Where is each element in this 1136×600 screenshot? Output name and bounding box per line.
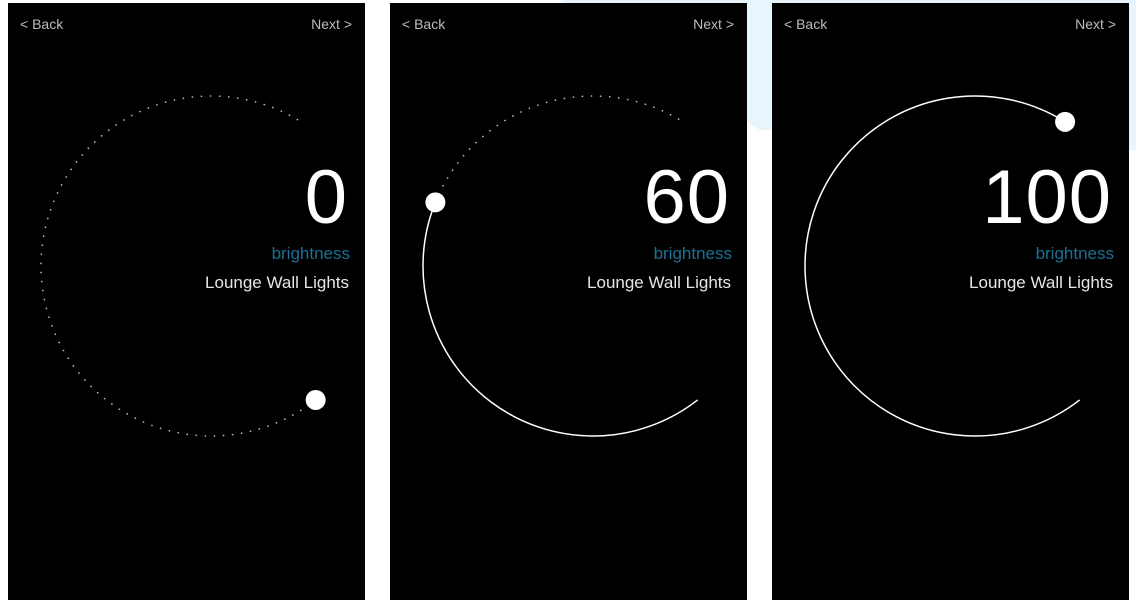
- device-name: Lounge Wall Lights: [969, 273, 1113, 292]
- dial-track-remaining: [40, 95, 317, 437]
- dial-track-filled: [804, 95, 1081, 437]
- showcase-canvas: < Back Next > 0 brightness Lounge Wall L…: [0, 0, 1136, 600]
- brightness-screen-3: < Back Next > 100 brightness Lounge Wall…: [772, 3, 1129, 600]
- brightness-value: 0: [304, 155, 348, 240]
- brightness-label: brightness: [1035, 244, 1114, 263]
- brightness-dial[interactable]: [8, 3, 365, 600]
- knob-icon[interactable]: [1055, 111, 1076, 132]
- brightness-value: 60: [643, 155, 730, 240]
- brightness-screen-1: < Back Next > 0 brightness Lounge Wall L…: [8, 3, 365, 600]
- knob-icon[interactable]: [425, 192, 446, 213]
- brightness-dial[interactable]: [772, 3, 1129, 600]
- brightness-label: brightness: [653, 244, 732, 263]
- brightness-label: brightness: [271, 244, 350, 263]
- brightness-screen-2: < Back Next > 60 brightness Lounge Wall …: [390, 3, 747, 600]
- brightness-dial[interactable]: [390, 3, 747, 600]
- device-name: Lounge Wall Lights: [587, 273, 731, 292]
- knob-icon[interactable]: [305, 389, 326, 410]
- device-name: Lounge Wall Lights: [205, 273, 349, 292]
- brightness-value: 100: [982, 155, 1112, 240]
